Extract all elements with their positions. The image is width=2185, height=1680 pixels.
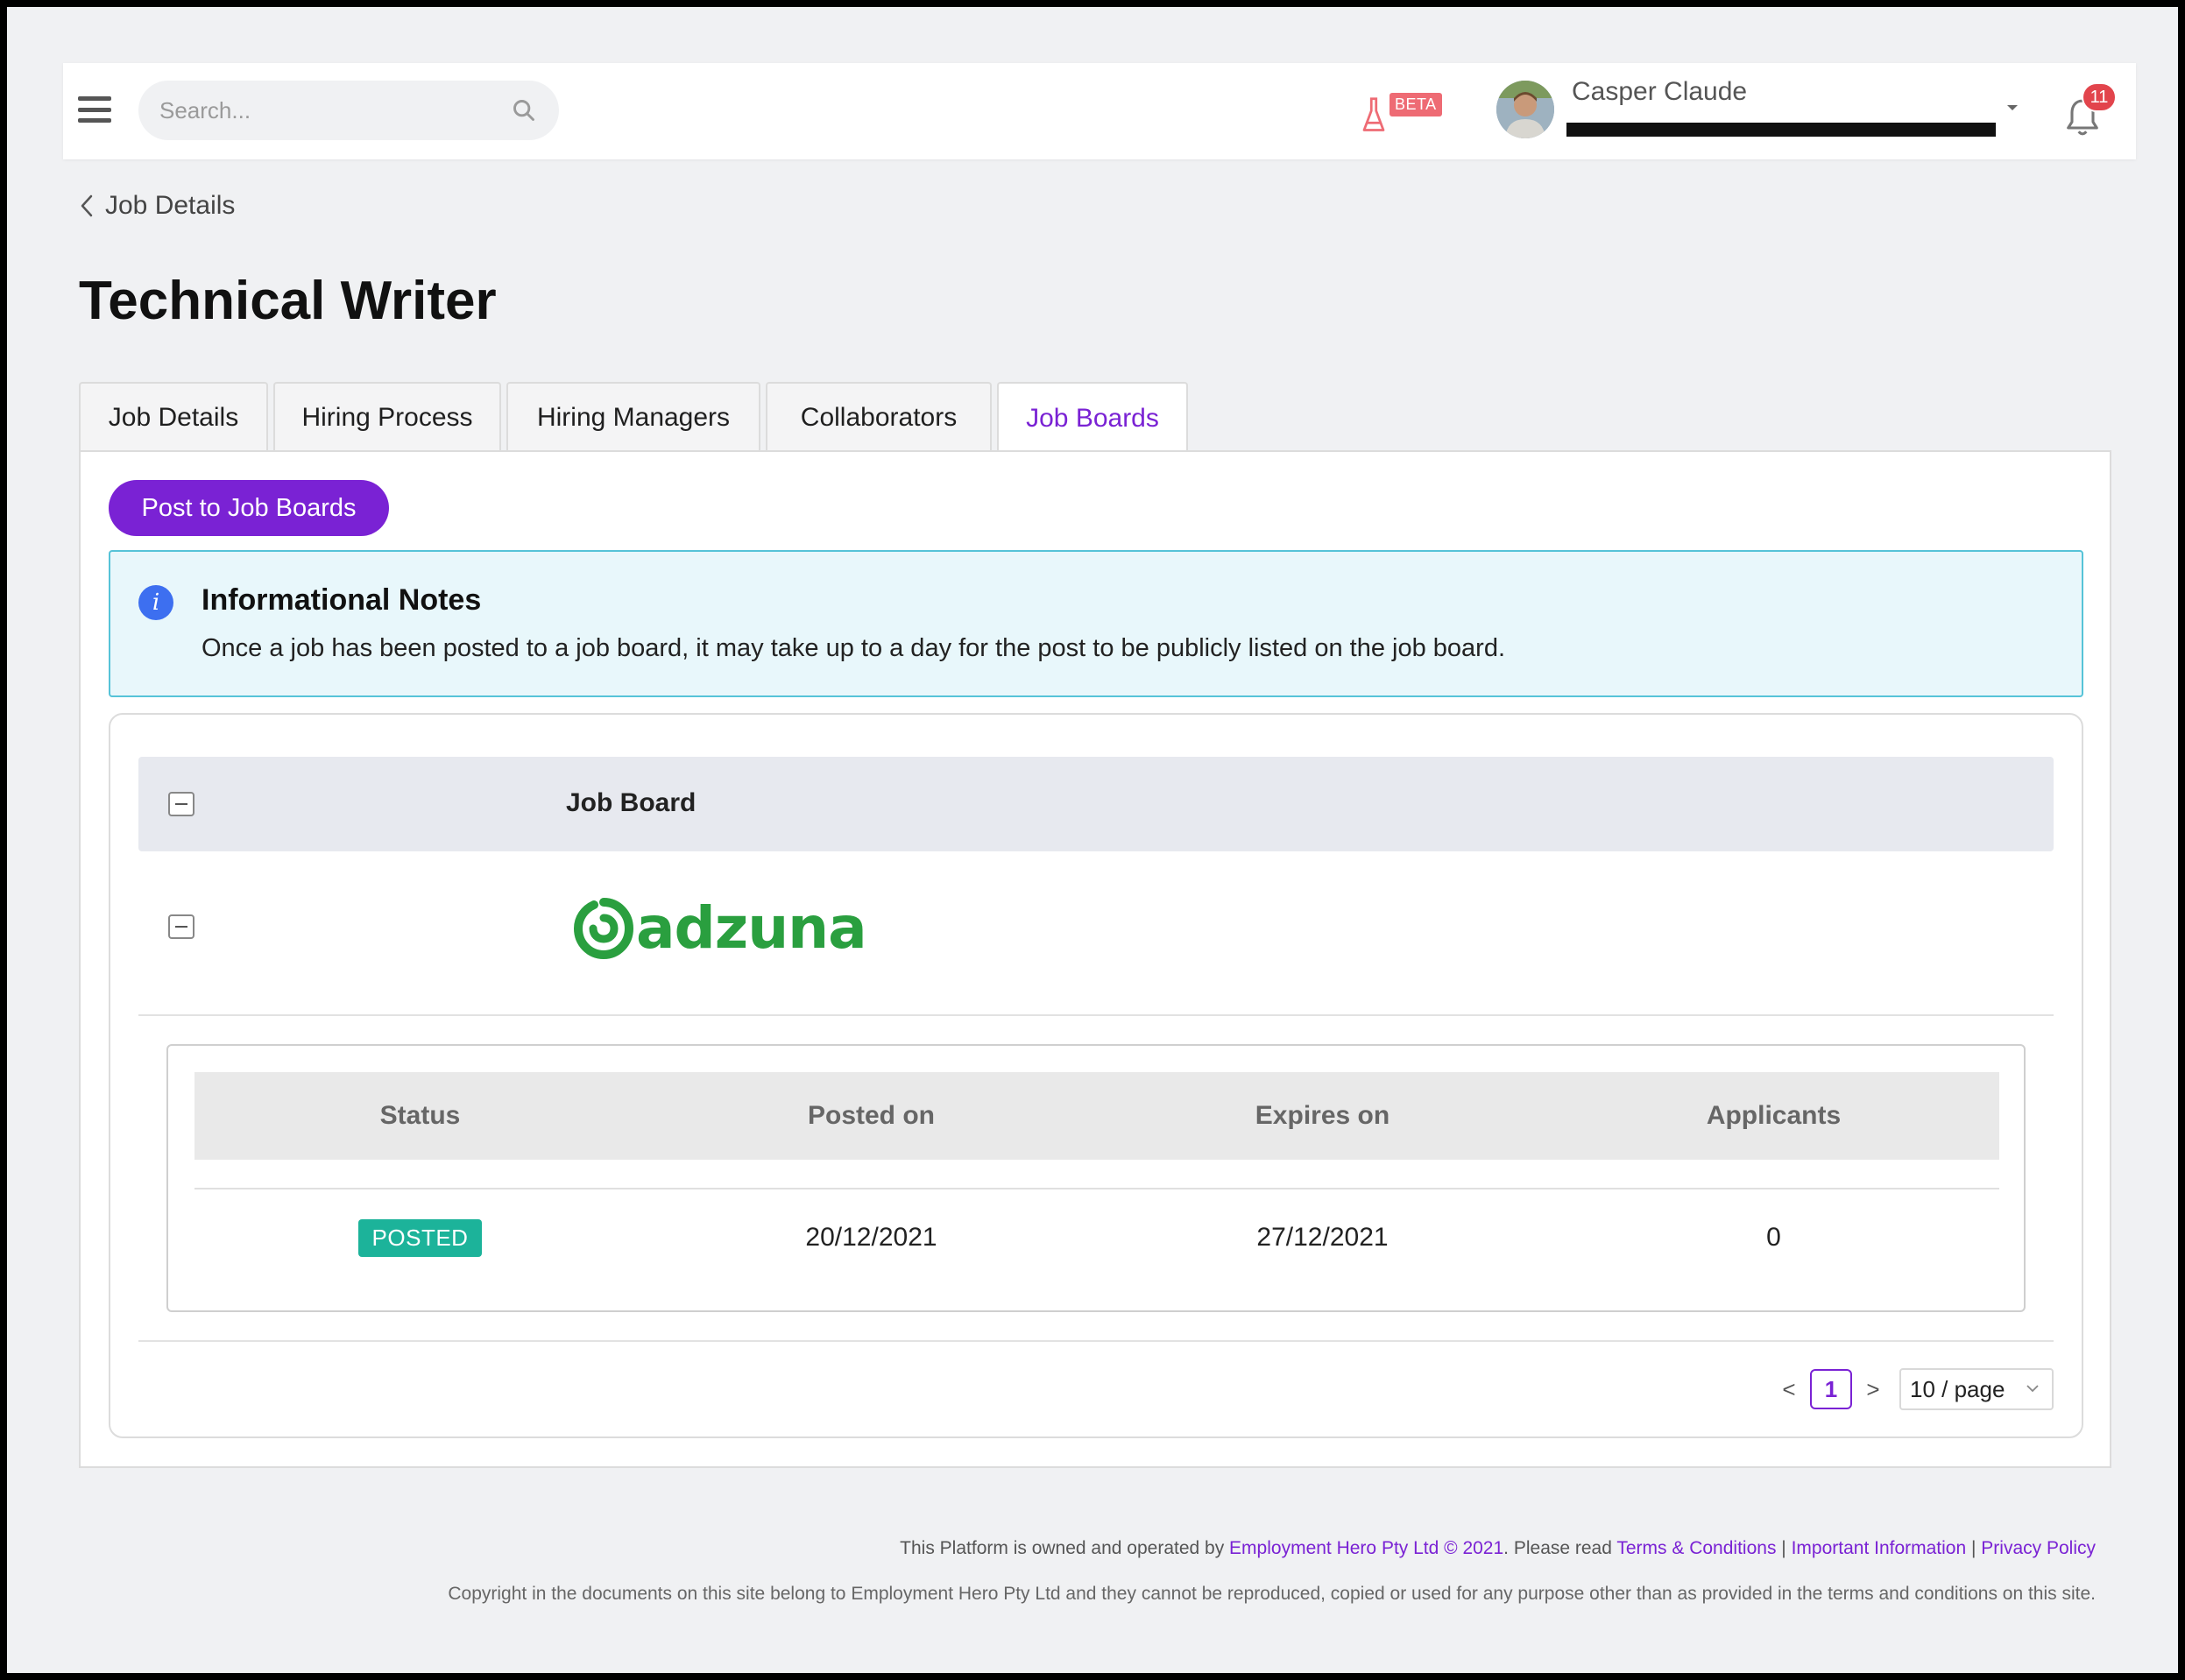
important-info-link[interactable]: Important Information (1792, 1538, 1967, 1558)
status-badge: POSTED (357, 1218, 483, 1257)
info-title: Informational Notes (202, 583, 482, 617)
footer-separator: | (1966, 1538, 1982, 1558)
footer-separator: | (1776, 1538, 1792, 1558)
prev-page-button[interactable]: < (1773, 1376, 1805, 1403)
info-icon: i (138, 585, 173, 620)
footer-legal-line: This Platform is owned and operated by E… (900, 1538, 2096, 1559)
info-text: Once a job has been posted to a job boar… (202, 634, 1506, 662)
breadcrumb[interactable]: Job Details (79, 191, 235, 221)
page-size-value: 10 / page (1910, 1375, 2005, 1402)
column-header-expires-on: Expires on (1255, 1101, 1390, 1130)
column-header-posted-on: Posted on (807, 1101, 935, 1130)
app-window: BETA Casper Claude 11 (7, 7, 2178, 1673)
chevron-down-icon[interactable] (2003, 100, 2022, 116)
page-1-button[interactable]: 1 (1810, 1369, 1852, 1409)
notifications-button[interactable]: 11 (2059, 82, 2117, 145)
tab-hiring-process[interactable]: Hiring Process (273, 382, 501, 452)
posted-on-cell: 20/12/2021 (805, 1223, 937, 1252)
footer-copyright: Copyright in the documents on this site … (448, 1584, 2096, 1604)
collapse-icon[interactable] (168, 914, 194, 939)
flask-icon (1362, 97, 1385, 131)
tab-bar: Job Details Hiring Process Hiring Manage… (79, 382, 1193, 454)
search-box[interactable] (138, 81, 559, 140)
column-header-job-board: Job Board (566, 788, 697, 817)
next-page-button[interactable]: > (1857, 1376, 1889, 1403)
notification-count-badge: 11 (2082, 82, 2117, 112)
beta-lab-link[interactable]: BETA (1361, 88, 1442, 135)
top-bar: BETA Casper Claude 11 (63, 63, 2136, 159)
adzuna-logo-text: adzuna (636, 894, 867, 962)
applicants-cell: 0 (1766, 1223, 1781, 1252)
status-cell: POSTED (194, 1189, 646, 1286)
tab-hiring-managers[interactable]: Hiring Managers (506, 382, 760, 452)
tab-job-boards[interactable]: Job Boards (997, 382, 1188, 454)
user-name[interactable]: Casper Claude (1572, 77, 1747, 107)
posting-details-header: Status Posted on Expires on Applicants (194, 1072, 1999, 1160)
menu-icon[interactable] (78, 96, 111, 123)
collapse-all-icon[interactable] (168, 792, 194, 816)
post-to-job-boards-button[interactable]: Post to Job Boards (109, 480, 389, 536)
search-input[interactable] (138, 96, 489, 124)
avatar[interactable] (1496, 81, 1554, 138)
company-link[interactable]: Employment Hero Pty Ltd © 2021 (1229, 1538, 1503, 1558)
privacy-link[interactable]: Privacy Policy (1981, 1538, 2096, 1558)
avatar-image (1496, 81, 1554, 138)
table-row: adzuna (138, 851, 2054, 1016)
divider (138, 1340, 2054, 1342)
back-chevron-icon (81, 194, 93, 217)
info-alert: i Informational Notes Once a job has bee… (109, 550, 2083, 697)
column-header-status: Status (379, 1101, 461, 1130)
footer-prefix: This Platform is owned and operated by (900, 1538, 1230, 1558)
expires-on-cell: 27/12/2021 (1256, 1223, 1389, 1252)
table-header: Job Board (138, 757, 2054, 851)
tab-collaborators[interactable]: Collaborators (766, 382, 992, 452)
user-email-redacted (1566, 123, 1996, 137)
beta-badge: BETA (1389, 93, 1442, 116)
tab-job-details[interactable]: Job Details (79, 382, 268, 452)
pagination: < 1 > 10 / page (1773, 1368, 2054, 1410)
job-boards-table: Job Board adzuna Status Posted on Expire… (109, 713, 2083, 1438)
job-boards-panel: Post to Job Boards i Informational Notes… (79, 450, 2111, 1468)
terms-link[interactable]: Terms & Conditions (1616, 1538, 1776, 1558)
adzuna-logo-mark (573, 898, 634, 960)
page-title: Technical Writer (79, 271, 497, 331)
page-size-select[interactable]: 10 / page (1899, 1368, 2054, 1410)
chevron-down-icon (2026, 1385, 2039, 1393)
adzuna-logo: adzuna (573, 893, 867, 964)
posting-details-card: Status Posted on Expires on Applicants P… (166, 1044, 2026, 1312)
column-header-applicants: Applicants (1706, 1101, 1842, 1130)
footer-middle: . Please read (1503, 1538, 1617, 1558)
breadcrumb-label: Job Details (105, 191, 236, 220)
table-row: POSTED 20/12/2021 27/12/2021 0 (194, 1189, 1999, 1286)
search-icon[interactable] (512, 98, 536, 123)
